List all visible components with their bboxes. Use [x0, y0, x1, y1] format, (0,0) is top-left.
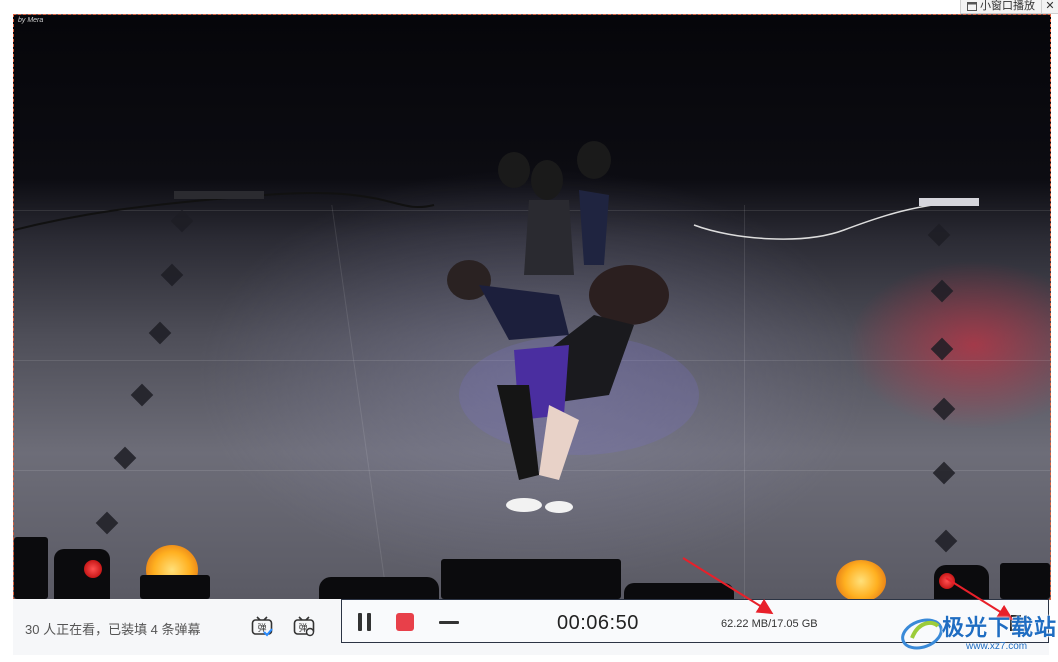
bottom-bar: 30 人正在看，已装填 4 条弹幕 弹 弹 00:06:50 62.22 MB/…: [13, 599, 1049, 655]
video-player[interactable]: by Mera: [13, 14, 1051, 600]
mini-window-button[interactable]: 小窗口播放: [961, 0, 1041, 13]
close-icon[interactable]: ✕: [1041, 0, 1058, 13]
stage-light-housing: [54, 549, 110, 599]
dancers-figure: [447, 141, 699, 513]
elapsed-time: 00:06:50: [557, 612, 639, 634]
minimize-icon[interactable]: [439, 621, 459, 624]
viewer-count-text: 30 人正在看，已装填 4 条弹幕: [25, 622, 201, 637]
red-stage-light: [939, 573, 955, 589]
stage-monitor: [319, 577, 439, 599]
window-icon: [967, 2, 977, 11]
stage-speaker: [1000, 563, 1050, 599]
stage-monitor: [441, 559, 621, 599]
pause-icon[interactable]: [356, 613, 374, 631]
mini-window-label: 小窗口播放: [980, 0, 1035, 12]
mini-window-bar: 小窗口播放 ✕: [960, 0, 1058, 14]
danmaku-icon[interactable]: 弹: [250, 614, 274, 638]
stage-light-base: [140, 575, 210, 599]
site-watermark-name: 极光下载站: [942, 616, 1058, 641]
danmaku-settings-icon[interactable]: 弹: [292, 614, 316, 638]
stage-speaker: [14, 537, 48, 599]
file-size-text: 62.22 MB/17.05 GB: [721, 618, 818, 630]
red-stage-light: [84, 560, 102, 578]
stop-icon[interactable]: [396, 613, 414, 631]
site-watermark-url: www.xz7.com: [966, 641, 1028, 652]
amber-stage-light: [836, 560, 886, 599]
stage-monitor: [624, 583, 734, 599]
